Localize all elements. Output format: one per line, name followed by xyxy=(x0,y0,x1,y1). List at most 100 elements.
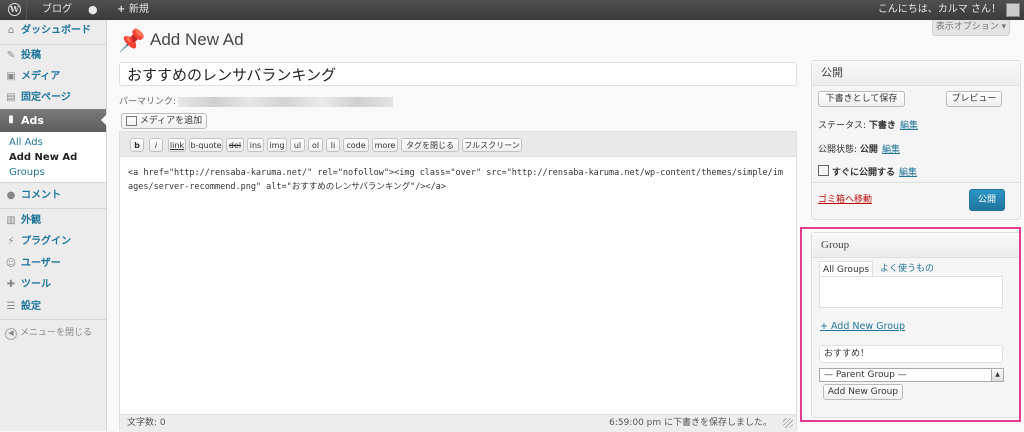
submenu-all-ads[interactable]: All Ads xyxy=(9,137,43,148)
visibility-row: 公開状態: 公開 編集 xyxy=(818,142,900,155)
collapse-menu-label: メニューを閉じる xyxy=(20,328,93,338)
sidebar-item-settings[interactable]: ☰ 設定 xyxy=(0,296,106,318)
sidebar-item-label: プラグイン xyxy=(21,236,71,247)
preview-button[interactable]: プレビュー xyxy=(946,91,1002,107)
sidebar-item-label: ツール xyxy=(21,279,51,290)
visibility-label: 公開状態: xyxy=(818,145,858,155)
quicktag-bold-button[interactable]: b xyxy=(130,138,144,152)
sidebar-item-plugins[interactable]: ⚡ プラグイン xyxy=(0,231,106,253)
edit-visibility-link[interactable]: 編集 xyxy=(882,145,900,155)
visibility-value: 公開 xyxy=(859,145,878,155)
plus-icon: + xyxy=(117,4,129,15)
site-name-link[interactable]: ブログ xyxy=(42,0,72,20)
permalink-url-blurred[interactable] xyxy=(178,96,394,107)
new-content-label: 新規 xyxy=(128,4,149,15)
account-greeting[interactable]: こんにちは、カルマ さん！ xyxy=(878,0,1001,20)
permalink-row: パーマリンク: xyxy=(119,94,394,107)
save-draft-button[interactable]: 下書きとして保存 xyxy=(818,91,905,107)
wordpress-logo-icon[interactable]: W xyxy=(4,0,24,20)
word-count: 文字数: 0 xyxy=(127,418,166,428)
autosave-status: 6:59:00 pm に下書きを保存しました。 xyxy=(609,418,772,428)
sidebar-item-tools[interactable]: ✚ ツール xyxy=(0,274,106,296)
quicktag-bquote-button[interactable]: b-quote xyxy=(189,138,223,152)
schedule-label: すぐに公開する xyxy=(832,168,896,178)
appearance-icon: ▥ xyxy=(6,215,16,226)
submenu-add-new-ad[interactable]: Add New Ad xyxy=(9,152,77,163)
publish-box-title[interactable]: 公開 xyxy=(812,61,1020,86)
ads-icon: ▮ xyxy=(8,114,14,125)
quicktag-ins-button[interactable]: ins xyxy=(247,138,264,152)
pin-icon: ✎ xyxy=(6,50,16,61)
sidebar-item-label: メディア xyxy=(21,71,61,82)
editor-status-bar: 文字数: 0 6:59:00 pm に下書きを保存しました。 xyxy=(120,414,796,432)
quicktag-ol-button[interactable]: ol xyxy=(308,138,323,152)
plugin-icon: ⚡ xyxy=(7,236,15,247)
quicktag-code-button[interactable]: code xyxy=(343,138,369,152)
new-content-menu[interactable]: + 新規 xyxy=(117,0,149,20)
page-title: Add New Ad xyxy=(150,30,244,49)
edit-schedule-link[interactable]: 編集 xyxy=(899,168,917,178)
quicktag-img-button[interactable]: img xyxy=(267,138,287,152)
sidebar-item-label: Ads xyxy=(21,114,44,127)
admin-bar: W ブログ ● + 新規 こんにちは、カルマ さん！ xyxy=(0,0,1024,20)
quicktag-italic-button[interactable]: i xyxy=(149,138,163,152)
post-title-input[interactable]: おすすめのレンサバランキング xyxy=(119,62,797,86)
sidebar-item-label: 設定 xyxy=(21,301,41,312)
sidebar-item-media[interactable]: ▣ メディア xyxy=(0,66,106,88)
ads-submenu: All Ads Add New Ad Groups xyxy=(0,132,106,183)
add-media-button[interactable]: メディアを追加 xyxy=(121,113,207,129)
sidebar-item-appearance[interactable]: ▥ 外観 xyxy=(0,210,106,232)
avatar[interactable] xyxy=(1006,3,1020,17)
resize-handle-icon[interactable] xyxy=(783,418,793,428)
sidebar-item-label: ダッシュボード xyxy=(21,25,91,36)
submenu-groups[interactable]: Groups xyxy=(9,167,45,178)
content-textarea[interactable]: <a href="http://rensaba-karuma.net/" rel… xyxy=(128,166,788,194)
status-label: ステータス: xyxy=(818,121,867,131)
media-icon xyxy=(125,115,137,126)
home-icon: ⌂ xyxy=(7,25,15,36)
page-icon: ▤ xyxy=(6,92,16,103)
collapse-arrow-icon: ◀ xyxy=(5,328,17,340)
quicktag-close-tags-button[interactable]: タグを閉じる xyxy=(401,138,459,152)
sidebar-item-label: 外観 xyxy=(21,215,41,226)
admin-sidebar: ⌂ ダッシュボード ✎ 投稿 ▣ メディア ▤ 固定ページ ▮ Ads All Ads A… xyxy=(0,20,107,431)
schedule-row: すぐに公開する 編集 xyxy=(818,165,917,178)
sidebar-item-dashboard[interactable]: ⌂ ダッシュボード xyxy=(0,20,106,42)
quicktags-toolbar: b i link b-quote del ins img ul ol li co… xyxy=(120,132,796,157)
sidebar-item-comments[interactable]: ● コメント xyxy=(0,185,106,207)
post-status-row: ステータス: 下書き 編集 xyxy=(818,118,918,131)
quicktag-more-button[interactable]: more xyxy=(372,138,398,152)
quicktag-ul-button[interactable]: ul xyxy=(290,138,305,152)
highlight-annotation xyxy=(800,227,1021,422)
sidebar-item-users[interactable]: ☺ ユーザー xyxy=(0,253,106,275)
sidebar-item-label: ユーザー xyxy=(21,258,61,269)
sidebar-item-label: 固定ページ xyxy=(21,92,71,103)
media-icon: ▣ xyxy=(6,71,16,82)
comment-bubble-icon[interactable]: ● xyxy=(88,0,98,20)
screen-options-button[interactable]: 表示オプション ▾ xyxy=(932,20,1010,36)
move-to-trash-link[interactable]: ゴミ箱へ移動 xyxy=(818,192,872,205)
comment-icon: ● xyxy=(6,190,16,201)
add-media-label: メディアを追加 xyxy=(139,116,203,126)
publish-button[interactable]: 公開 xyxy=(969,189,1005,211)
quicktag-del-button[interactable]: del xyxy=(226,138,244,152)
quicktag-link-button[interactable]: link xyxy=(168,138,186,152)
divider xyxy=(812,182,1020,183)
collapse-menu-button[interactable]: ◀ メニューを閉じる xyxy=(5,325,92,340)
divider xyxy=(0,208,106,209)
quicktag-li-button[interactable]: li xyxy=(326,138,340,152)
edit-status-link[interactable]: 編集 xyxy=(900,121,918,131)
divider xyxy=(0,319,106,320)
users-icon: ☺ xyxy=(5,258,17,269)
sidebar-item-pages[interactable]: ▤ 固定ページ xyxy=(0,87,106,109)
divider xyxy=(26,0,27,20)
content-editor: b i link b-quote del ins img ul ol li co… xyxy=(119,131,797,432)
calendar-icon xyxy=(818,165,829,176)
sidebar-item-label: 投稿 xyxy=(21,50,41,61)
quicktag-fullscreen-button[interactable]: フルスクリーン xyxy=(462,138,522,152)
sidebar-item-ads[interactable]: ▮ Ads xyxy=(0,109,107,132)
sidebar-item-posts[interactable]: ✎ 投稿 xyxy=(0,45,106,67)
pushpin-icon: 📌 xyxy=(118,29,146,54)
tools-icon: ✚ xyxy=(6,279,16,290)
settings-icon: ☰ xyxy=(6,301,16,312)
